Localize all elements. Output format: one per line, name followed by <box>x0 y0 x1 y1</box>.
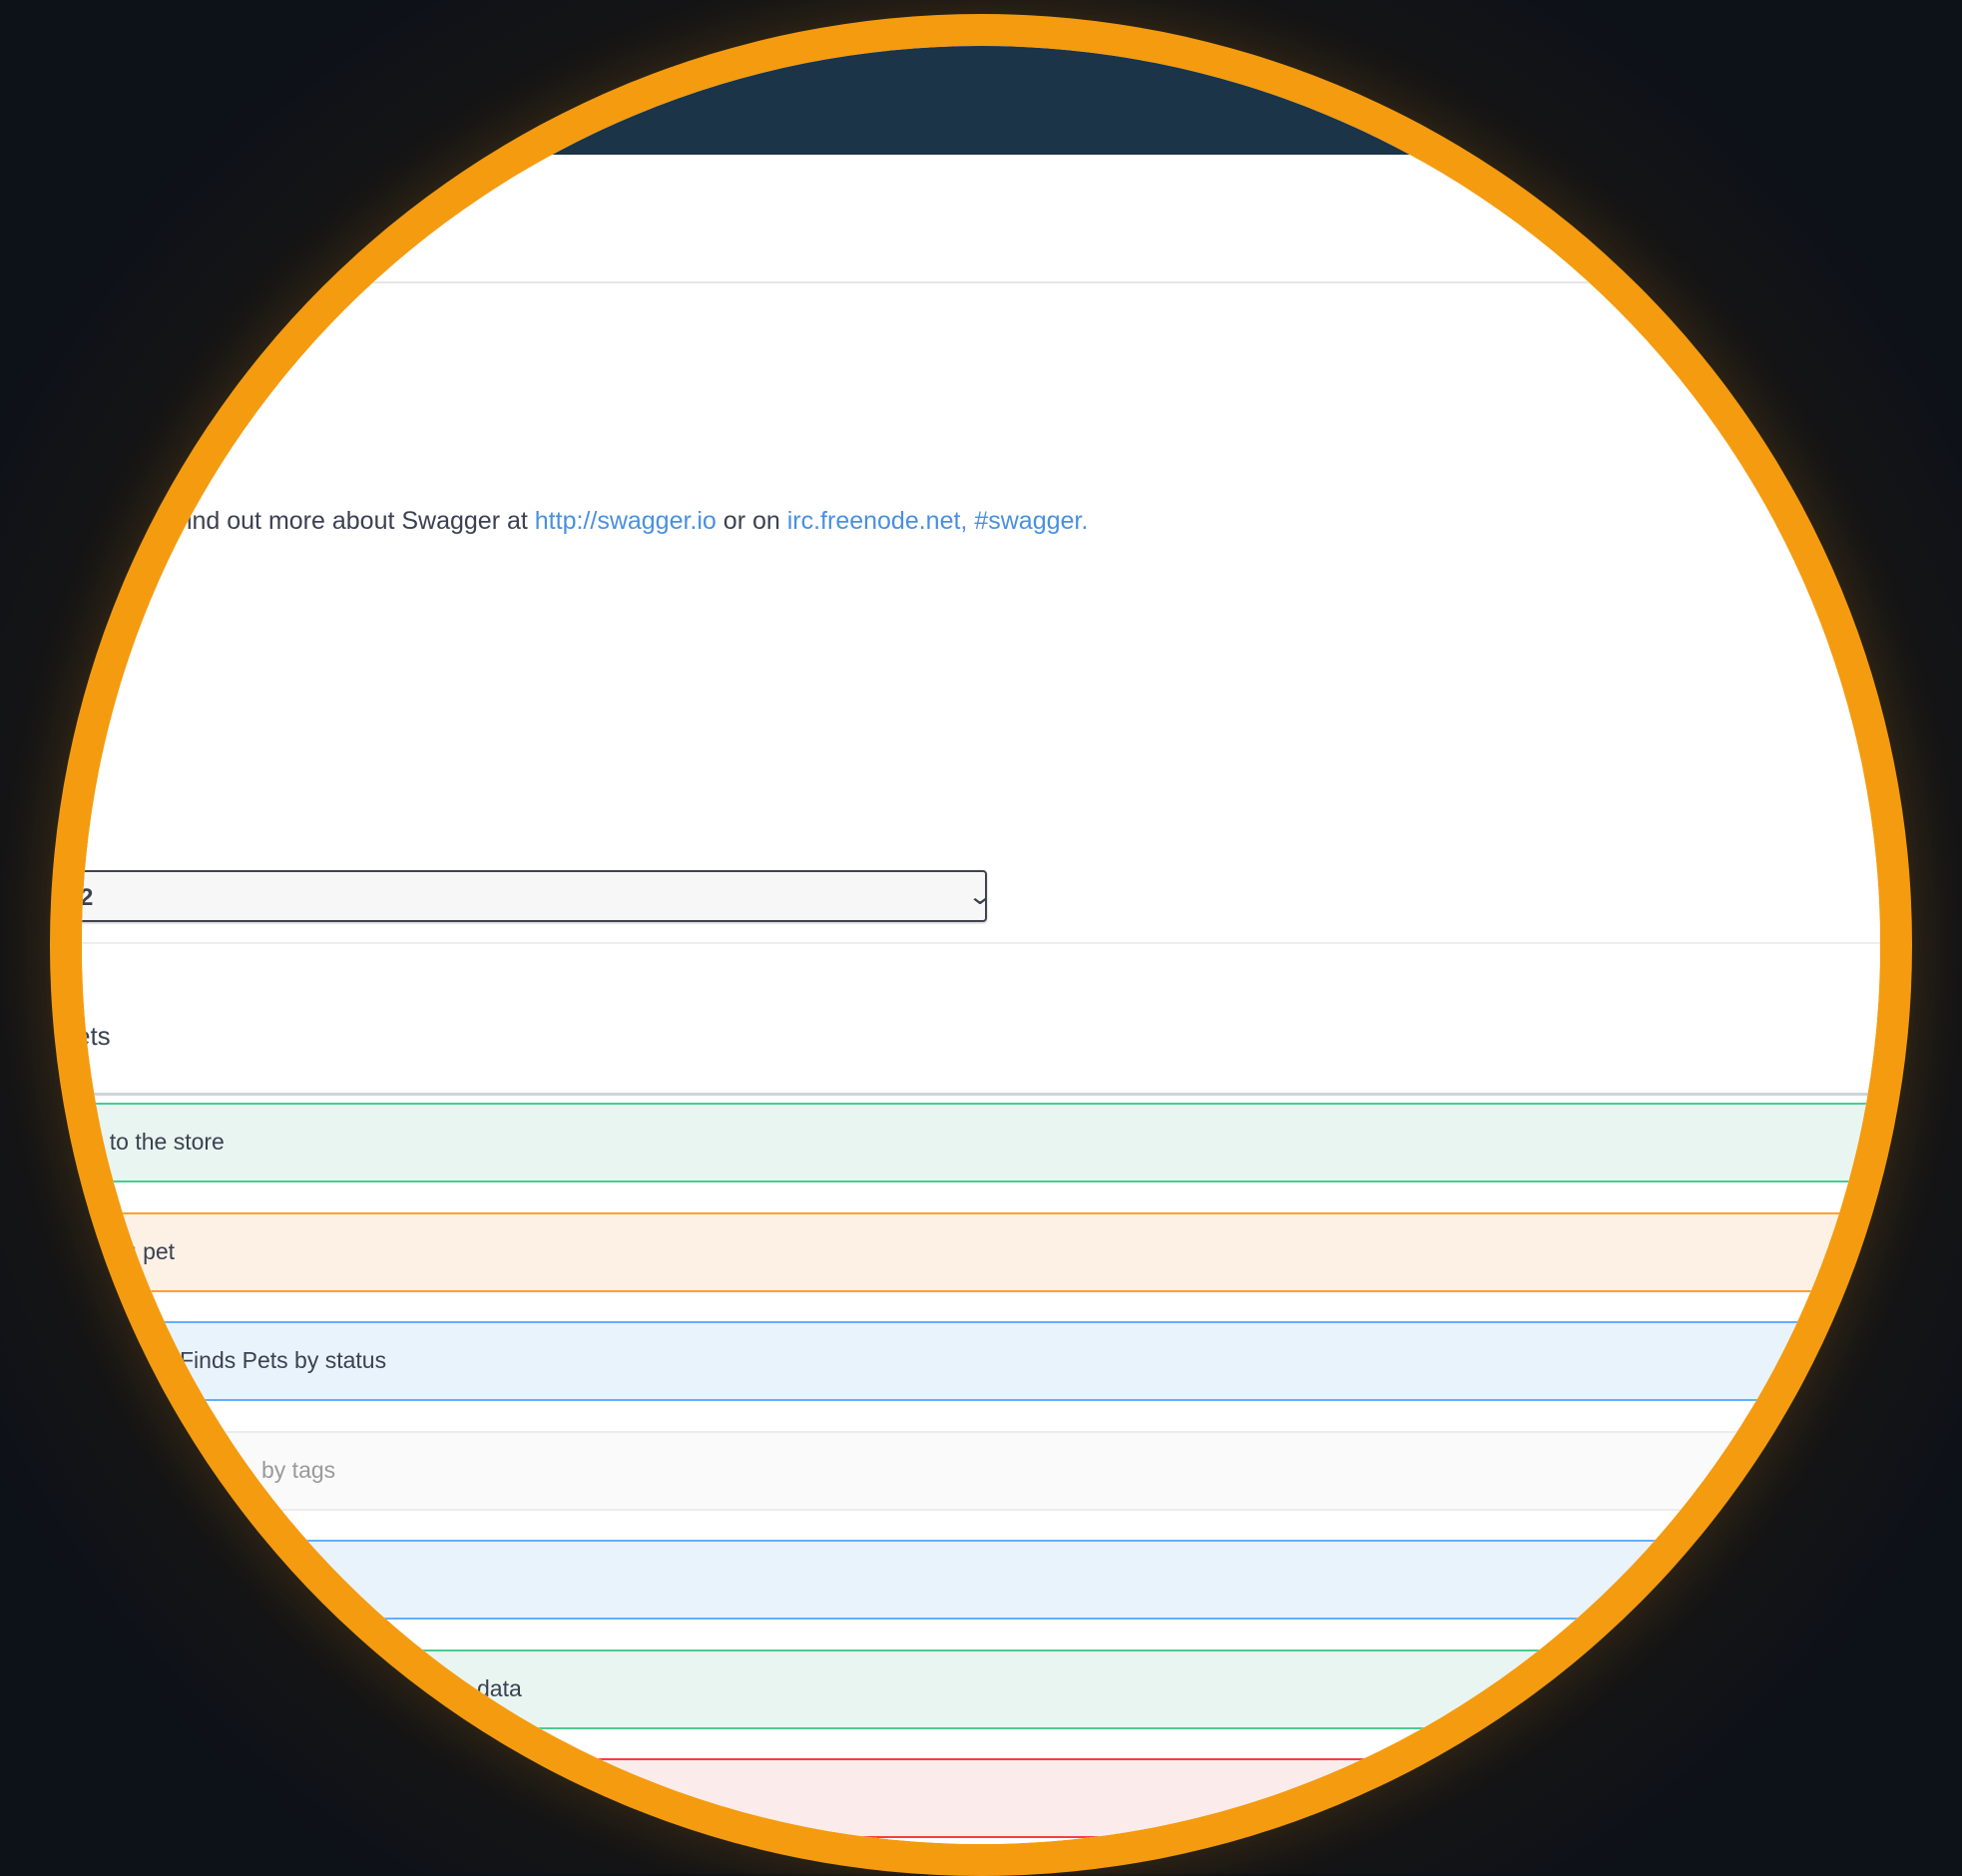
server-select-value: 2 <box>82 884 94 911</box>
tag-divider <box>82 1093 1880 1096</box>
irc-link[interactable]: irc.freenode.net, #swagger. <box>787 507 1089 535</box>
operation-post-add-pet[interactable]: t to the store <box>82 1103 1880 1182</box>
api-description: find out more about Swagger at http://sw… <box>180 507 1088 536</box>
tag-title[interactable]: ets <box>82 1021 111 1052</box>
chevron-down-icon: ⌄ <box>966 883 994 910</box>
operation-summary: Finds Pets by status <box>180 1347 387 1373</box>
description-prefix: find out more about Swagger at <box>180 507 535 535</box>
operation-summary: ing pet <box>106 1238 176 1264</box>
operation-get-find-by-status[interactable]: Finds Pets by status <box>82 1321 1880 1401</box>
operation-put-update-pet[interactable]: ing pet <box>82 1212 1880 1292</box>
server-select[interactable]: 2 ⌄ <box>82 870 993 922</box>
operation-summary: data <box>477 1675 522 1701</box>
operation-delete-pet[interactable] <box>82 1758 1880 1838</box>
swagger-page: find out more about Swagger at http://sw… <box>82 46 1880 1844</box>
operation-post-update-with-form[interactable]: data <box>82 1649 1880 1729</box>
operation-summary: by tags <box>261 1457 336 1483</box>
operation-get-pet-by-id[interactable] <box>82 1540 1880 1620</box>
swagger-link[interactable]: http://swagger.io <box>535 507 717 535</box>
operation-get-find-by-tags[interactable]: by tags <box>82 1431 1880 1511</box>
operation-summary: t to the store <box>97 1129 225 1155</box>
magnifier-lens: find out more about Swagger at http://sw… <box>82 46 1880 1844</box>
header-divider <box>82 281 1880 283</box>
top-bar <box>82 46 1880 155</box>
section-divider <box>82 942 1880 944</box>
description-middle: or on <box>716 507 787 535</box>
